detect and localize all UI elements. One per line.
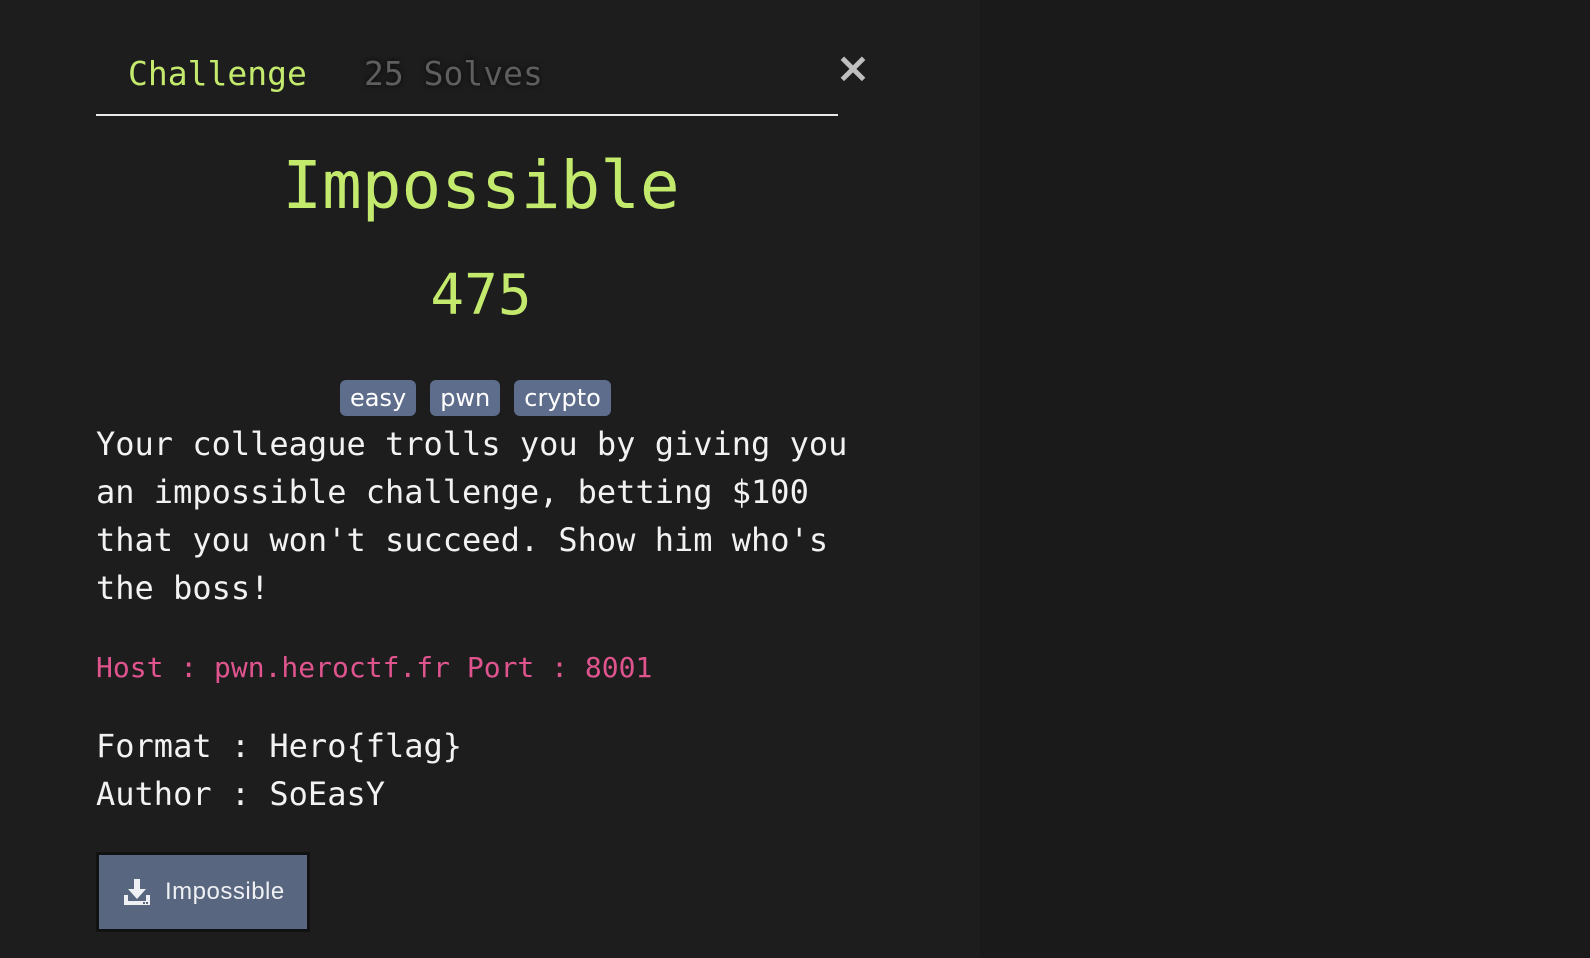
challenge-tags: easy pwn crypto [340, 380, 611, 416]
close-icon[interactable]: × [826, 46, 880, 90]
download-icon [124, 879, 150, 905]
page-backdrop[interactable] [980, 0, 1590, 958]
tag-crypto: crypto [514, 380, 611, 416]
modal-tabs: Challenge 25 Solves [96, 44, 838, 116]
flag-format: Format : Hero{flag} [96, 727, 463, 765]
tag-pwn: pwn [430, 380, 501, 416]
challenge-modal: Challenge 25 Solves × Impossible 475 eas… [0, 0, 980, 958]
tab-solves[interactable]: 25 Solves [364, 54, 543, 94]
challenge-author: Author : SoEasY [96, 775, 385, 813]
download-file-label: Impossible [165, 878, 285, 905]
challenge-title: Impossible [282, 147, 680, 224]
challenge-points: 475 [430, 263, 532, 328]
challenge-meta: Format : Hero{flag} Author : SoEasY [96, 722, 462, 818]
download-file-button[interactable]: Impossible [96, 852, 310, 932]
tag-easy: easy [340, 380, 417, 416]
tab-challenge[interactable]: Challenge [128, 54, 307, 94]
challenge-description: Your colleague trolls you by giving you … [96, 425, 848, 607]
connection-info: Host : pwn.heroctf.fr Port : 8001 [96, 651, 653, 684]
